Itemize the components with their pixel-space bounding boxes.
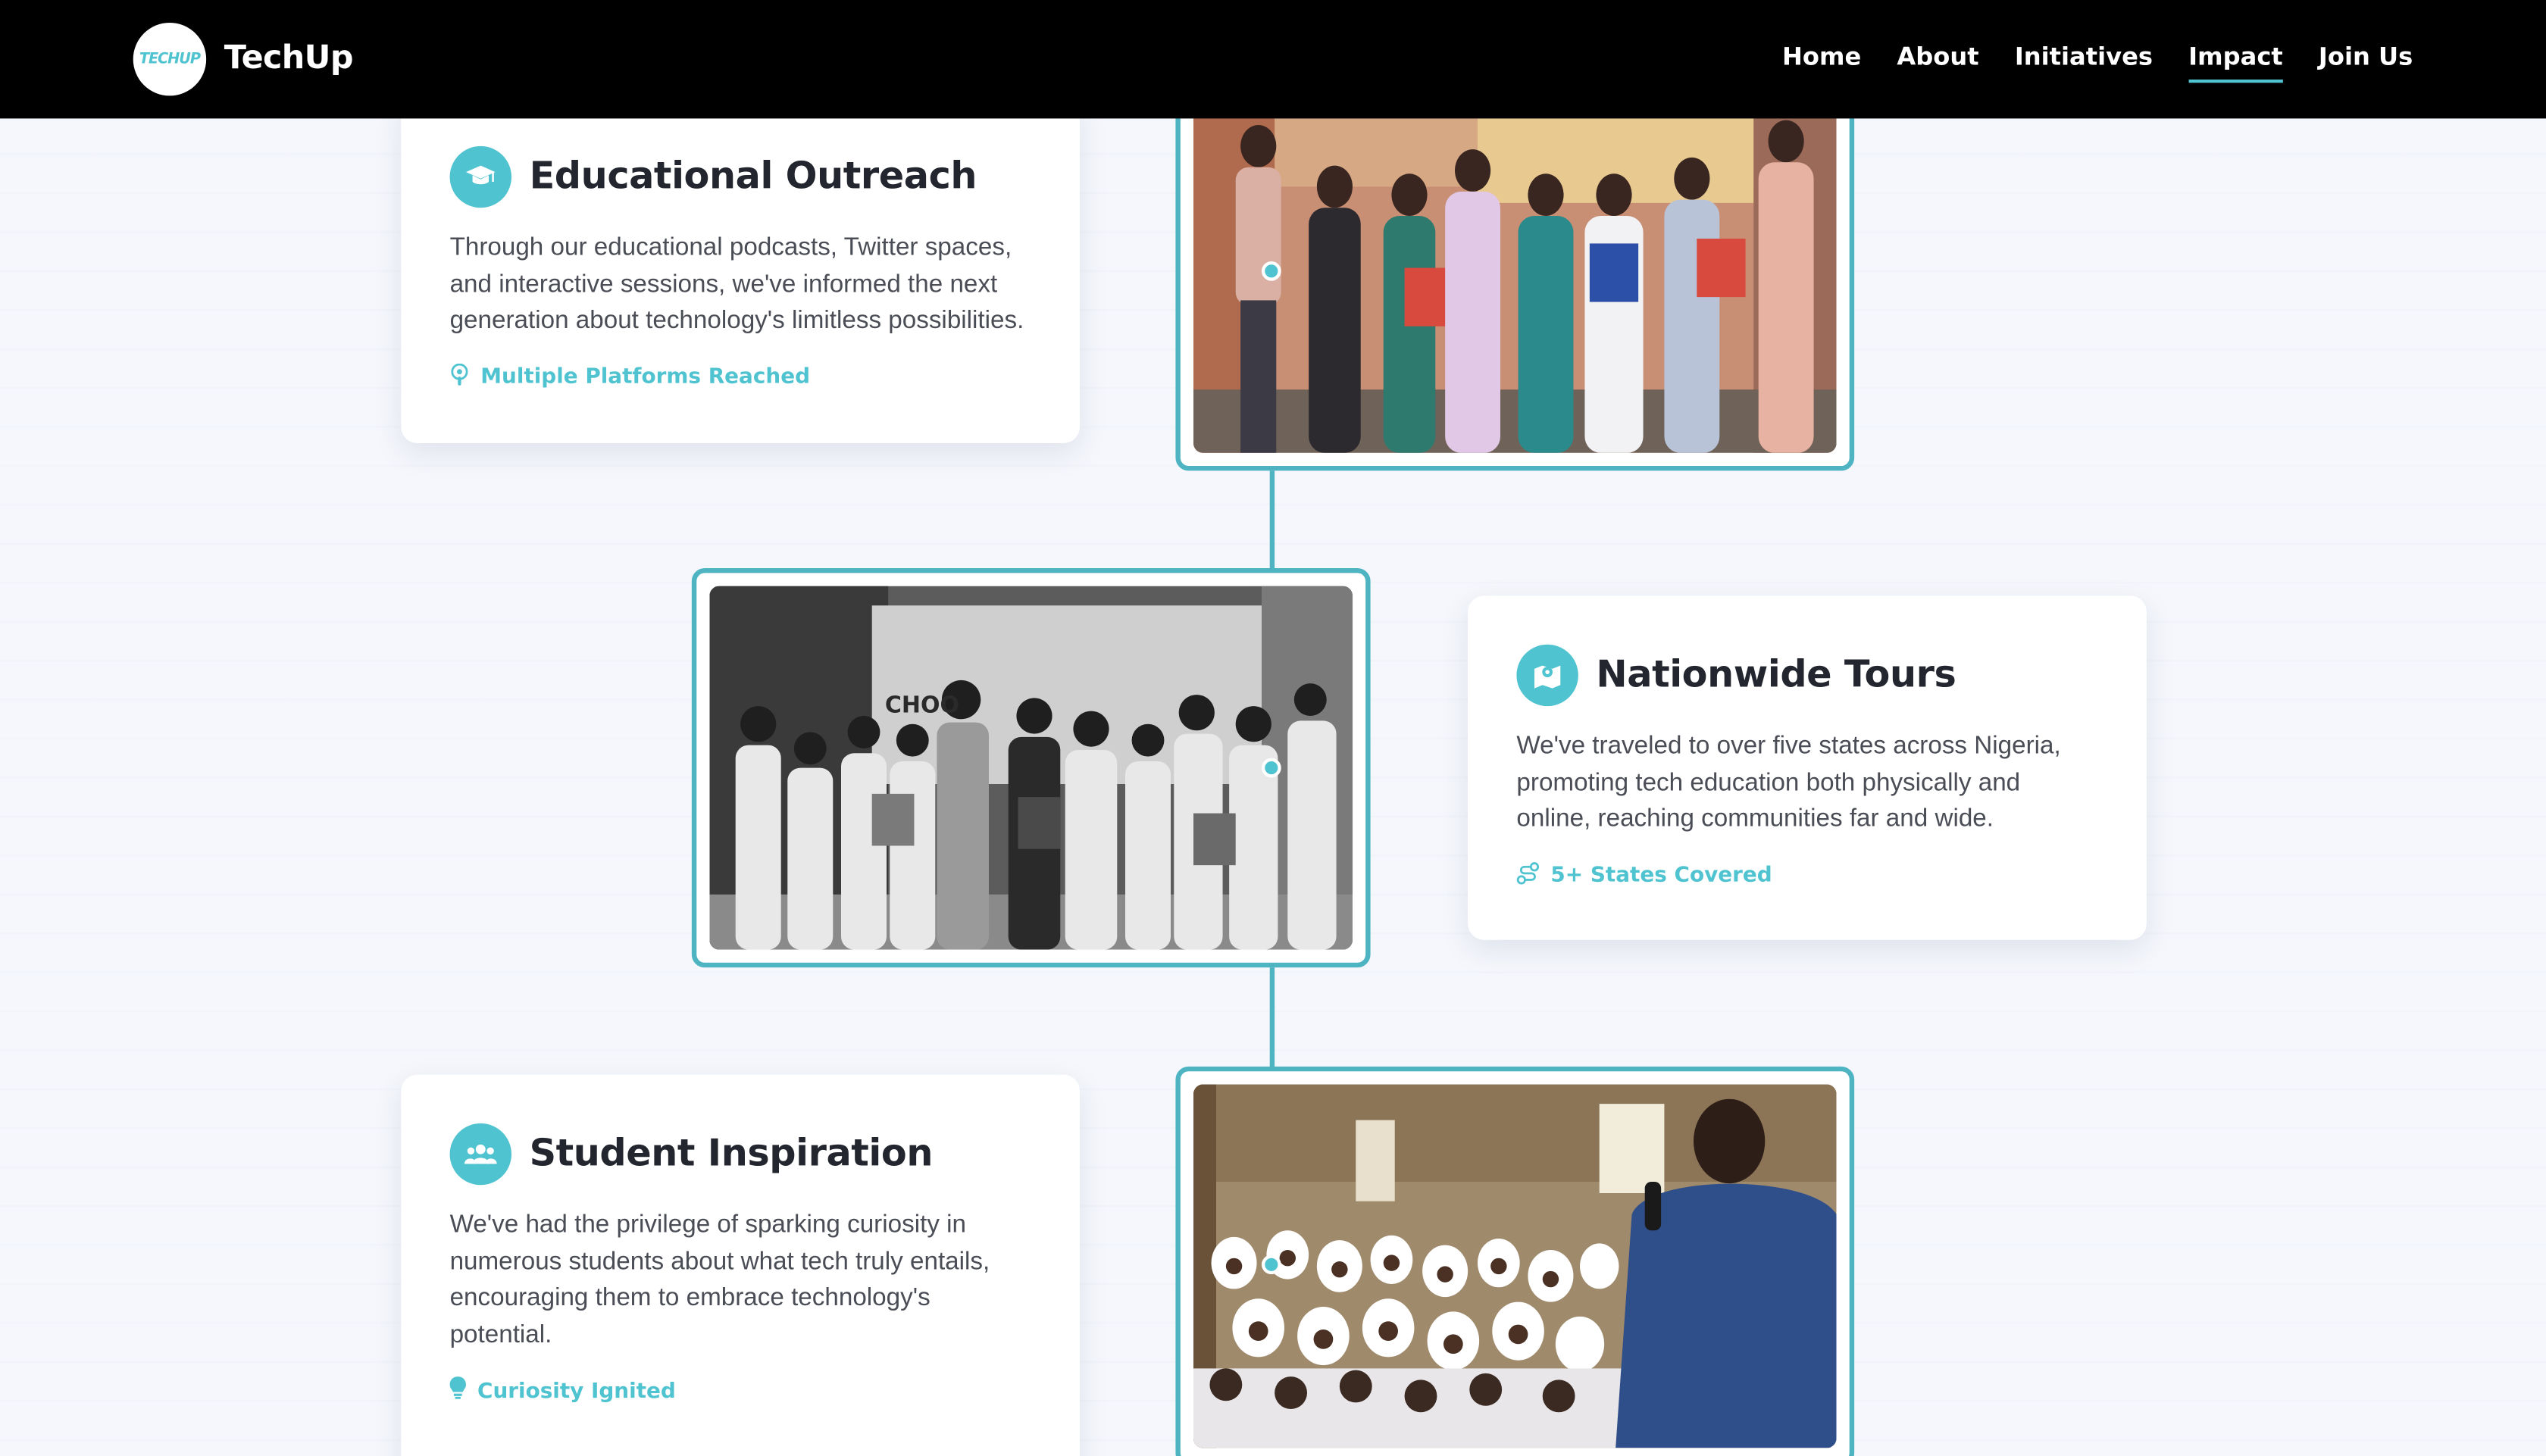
- timeline-card-nationwide-tours: Nationwide Tours We've traveled to over …: [1468, 595, 2147, 940]
- students-photo-grayscale: CHOO: [709, 586, 1353, 950]
- map-marked-icon: [1516, 644, 1578, 707]
- nav-impact[interactable]: Impact: [2188, 42, 2284, 83]
- nav-home[interactable]: Home: [1782, 42, 1861, 81]
- timeline-dot: [1262, 261, 1281, 281]
- card-stat: Multiple Platforms Reached: [450, 362, 1031, 392]
- timeline-card-student-inspiration: Student Inspiration We've had the privil…: [401, 1074, 1080, 1456]
- route-icon: [1516, 861, 1540, 891]
- group-photo-color: [1193, 89, 1837, 453]
- page: TECHUP TechUp Home About Initiatives Imp…: [0, 0, 2546, 1456]
- podcast-icon: [450, 362, 470, 392]
- timeline-dot: [1262, 758, 1281, 778]
- card-description: We've traveled to over five states acros…: [1516, 732, 2061, 833]
- logo-text: TECHUP: [139, 51, 201, 67]
- users-icon: [449, 1123, 511, 1186]
- navbar: TECHUP TechUp Home About Initiatives Imp…: [0, 0, 2546, 119]
- timeline-line: [1269, 967, 1275, 1068]
- card-title: Nationwide Tours: [1596, 654, 1956, 697]
- card-description: Through our educational podcasts, Twitte…: [449, 233, 1024, 335]
- card-stat: Curiosity Ignited: [449, 1376, 1031, 1406]
- nav-initiatives[interactable]: Initiatives: [2015, 42, 2153, 81]
- card-stat-label: Curiosity Ignited: [477, 1379, 676, 1404]
- card-description: We've had the privilege of sparking curi…: [449, 1211, 990, 1348]
- brand-name[interactable]: TechUp: [224, 37, 354, 76]
- nav-links: Home About Initiatives Impact Join Us: [1782, 42, 2413, 83]
- card-title: Student Inspiration: [529, 1133, 934, 1176]
- timeline-dot: [1262, 1254, 1281, 1275]
- lightbulb-icon: [449, 1376, 466, 1406]
- nav-about[interactable]: About: [1897, 42, 1978, 81]
- classroom-photo-color: [1193, 1084, 1837, 1448]
- nav-join-us[interactable]: Join Us: [2319, 42, 2413, 81]
- card-stat: 5+ States Covered: [1516, 861, 2097, 891]
- timeline-line: [1269, 470, 1275, 572]
- svg-text:CHOO: CHOO: [885, 692, 959, 719]
- card-title: Educational Outreach: [529, 155, 977, 198]
- timeline-card-educational-outreach: Educational Outreach Through our educati…: [401, 97, 1080, 444]
- card-stat-label: Multiple Platforms Reached: [480, 365, 811, 390]
- logo[interactable]: TECHUP: [133, 23, 207, 96]
- graduation-cap-icon: [449, 145, 511, 208]
- card-stat-label: 5+ States Covered: [1550, 864, 1772, 889]
